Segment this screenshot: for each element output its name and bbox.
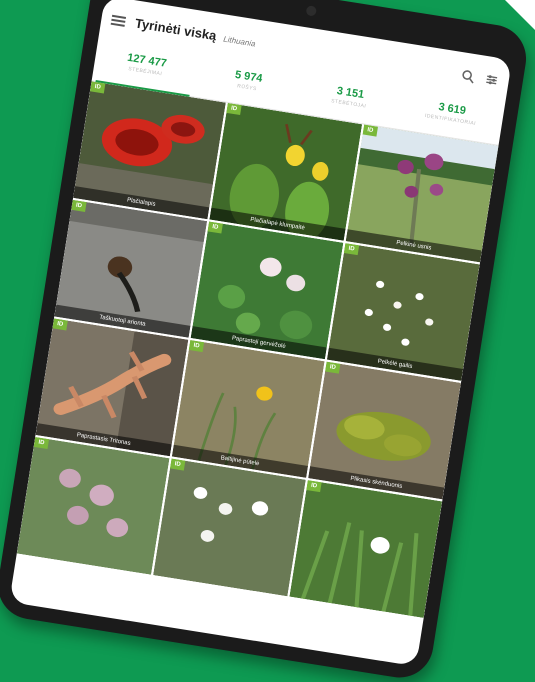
observation-card[interactable]: ID xyxy=(16,436,170,575)
id-badge[interactable]: ID xyxy=(33,436,50,450)
location-label: Lithuania xyxy=(222,34,257,49)
id-badge[interactable]: ID xyxy=(325,361,341,374)
filter-icon[interactable] xyxy=(484,72,500,88)
observation-photo xyxy=(16,436,170,575)
search-icon[interactable] xyxy=(460,68,476,84)
observation-card[interactable]: ID Plačialapis xyxy=(73,81,226,220)
observation-card[interactable]: ID xyxy=(153,458,306,597)
observation-card[interactable]: ID Paprastasis Tritonas xyxy=(35,318,189,457)
id-badge[interactable]: ID xyxy=(52,318,68,331)
page-title: Tyrinėti viską xyxy=(134,15,218,44)
id-badge[interactable]: ID xyxy=(188,340,205,353)
id-badge[interactable]: ID xyxy=(343,243,360,256)
id-badge[interactable]: ID xyxy=(169,458,186,471)
observation-card[interactable]: ID Pelkėlė gailis xyxy=(326,243,480,381)
observation-card[interactable]: ID Paprastoji gervėžolė xyxy=(190,221,344,360)
observation-card[interactable]: ID Baltijinė pūtelė xyxy=(171,340,325,478)
app-screen: Tyrinėti viską Lithuania 127 477 STEBĖJI… xyxy=(9,0,513,667)
observation-card[interactable]: ID Pelkinė usnis xyxy=(345,124,499,263)
id-badge[interactable]: ID xyxy=(71,199,87,212)
observation-photo xyxy=(153,458,306,597)
observation-card[interactable]: ID Taškuotoji arionta xyxy=(54,199,208,338)
observation-photo xyxy=(289,480,443,618)
id-badge[interactable]: ID xyxy=(362,124,378,137)
observation-grid: ID Plačialapis ID Plačialapė klumpaitė ID Pel… xyxy=(16,81,499,618)
observation-card[interactable]: ID xyxy=(289,480,443,618)
camera-icon xyxy=(305,5,317,17)
observation-card[interactable]: ID Plačialapė klumpaitė xyxy=(209,102,363,241)
observation-card[interactable]: ID Plikasis skėnduonis xyxy=(308,361,461,500)
id-badge[interactable]: ID xyxy=(226,102,242,116)
id-badge[interactable]: ID xyxy=(207,221,223,234)
id-badge[interactable]: ID xyxy=(306,480,322,493)
id-badge[interactable]: ID xyxy=(89,81,106,94)
menu-icon[interactable] xyxy=(110,14,127,27)
